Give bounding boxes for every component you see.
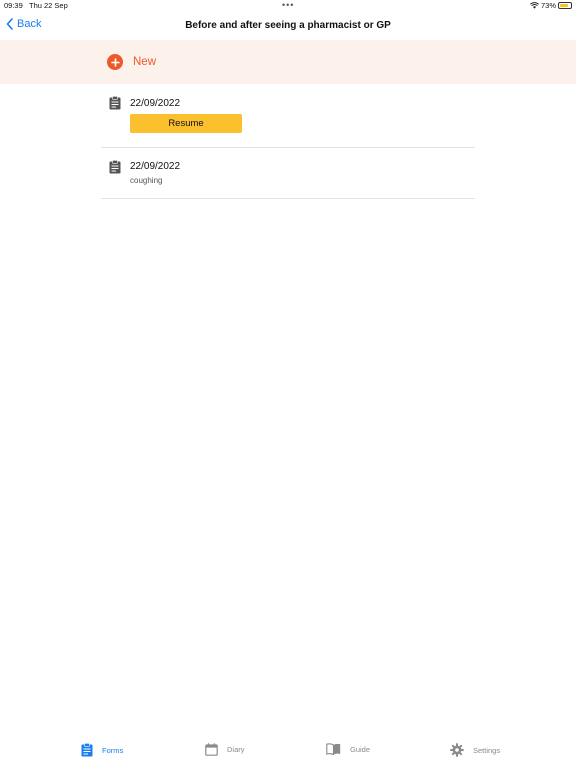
gear-icon bbox=[450, 743, 464, 757]
new-form-bar: New bbox=[0, 40, 576, 84]
tab-forms[interactable]: Forms bbox=[81, 743, 123, 757]
tab-diary[interactable]: Diary bbox=[205, 743, 245, 756]
wifi-icon bbox=[530, 2, 539, 9]
multitasking-dots-icon[interactable]: ••• bbox=[282, 0, 294, 10]
book-icon bbox=[326, 743, 341, 755]
resume-button[interactable]: Resume bbox=[130, 114, 242, 133]
status-indicators: 73% bbox=[530, 1, 572, 10]
tab-guide[interactable]: Guide bbox=[326, 743, 370, 755]
status-date: Thu 22 Sep bbox=[29, 1, 68, 10]
tab-settings-label: Settings bbox=[473, 745, 501, 755]
page-title: Before and after seeing a pharmacist or … bbox=[185, 20, 391, 31]
battery-percentage: 73% bbox=[540, 1, 556, 10]
clipboard-icon bbox=[109, 96, 121, 110]
list-item[interactable]: 22/09/2022 Resume bbox=[101, 84, 475, 148]
tab-settings[interactable]: Settings bbox=[450, 743, 500, 757]
navigation-bar: Back Before and after seeing a pharmacis… bbox=[0, 12, 576, 40]
entry-date: 22/09/2022 bbox=[130, 98, 181, 109]
forms-list: 22/09/2022 Resume 22/09/2022 coughing bbox=[101, 84, 475, 199]
entry-date: 22/09/2022 bbox=[130, 161, 181, 172]
calendar-icon bbox=[205, 743, 218, 756]
clipboard-icon bbox=[81, 743, 93, 757]
status-time: 09:39 bbox=[4, 1, 23, 10]
entry-note: coughing bbox=[130, 176, 163, 185]
tab-bar: Forms Diary Guide Settings bbox=[0, 738, 576, 768]
tab-forms-label: Forms bbox=[102, 745, 124, 755]
new-form-label: New bbox=[133, 56, 157, 68]
tab-diary-label: Diary bbox=[227, 745, 245, 754]
new-form-button[interactable]: New bbox=[107, 54, 156, 70]
clipboard-icon bbox=[109, 160, 121, 174]
tab-guide-label: Guide bbox=[350, 744, 371, 754]
list-item[interactable]: 22/09/2022 coughing bbox=[101, 148, 475, 199]
battery-icon bbox=[558, 2, 572, 9]
status-bar: 09:39 Thu 22 Sep ••• 73% bbox=[0, 0, 576, 12]
plus-circle-icon bbox=[107, 54, 123, 70]
